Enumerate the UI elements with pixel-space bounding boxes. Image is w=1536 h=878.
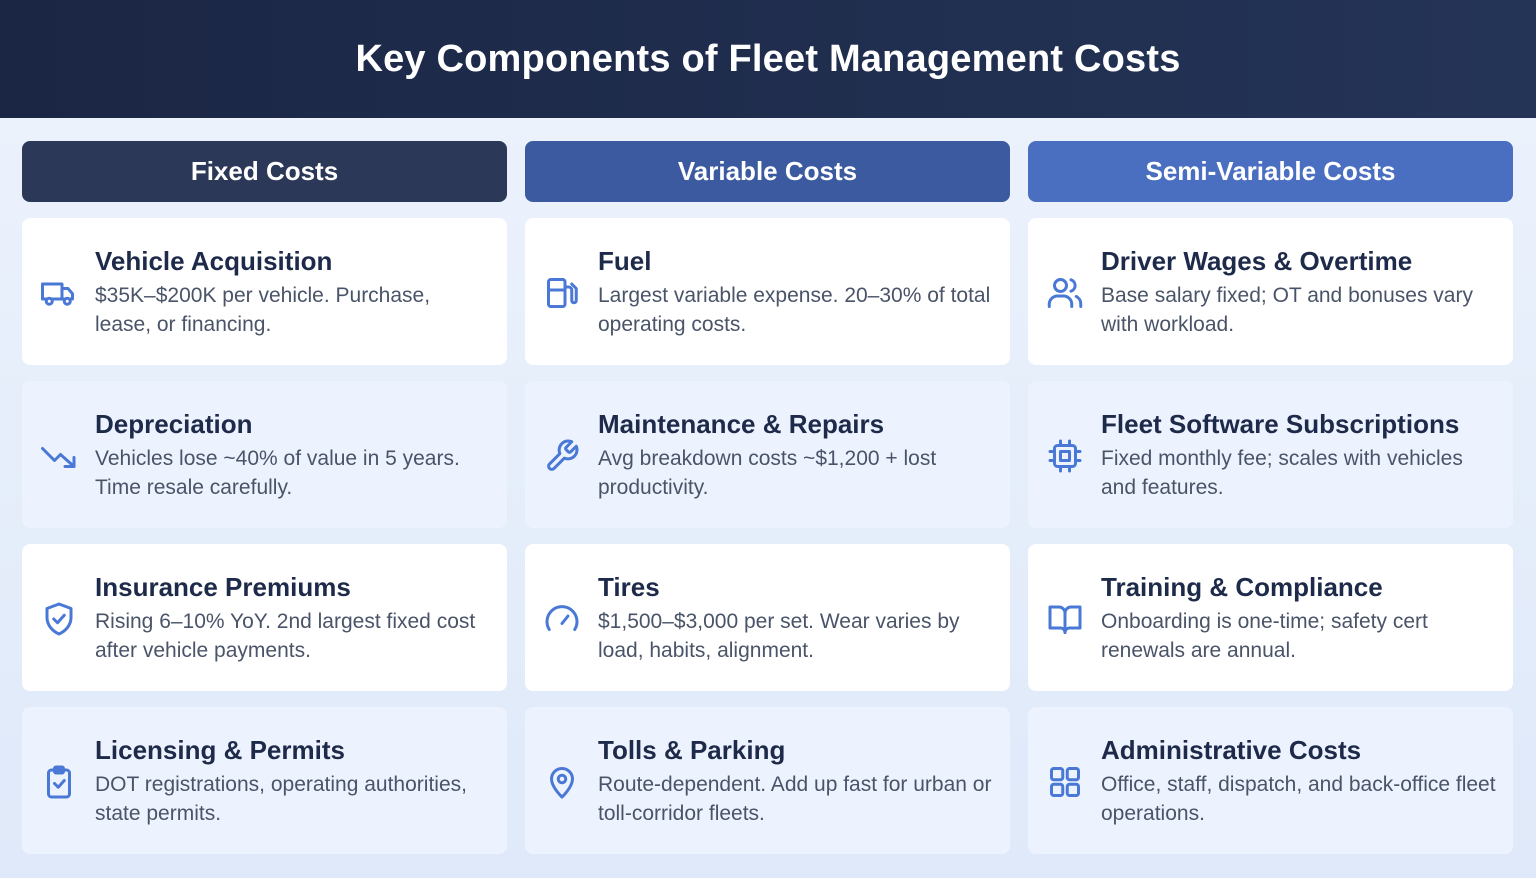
gauge-icon — [543, 600, 581, 638]
card-title: Depreciation — [95, 409, 253, 439]
card-description: $35K–$200K per vehicle. Purchase, lease,… — [95, 284, 431, 336]
card-title: Licensing & Permits — [95, 735, 345, 765]
card-depreciation: Depreciation Vehicles lose ~40% of value… — [22, 381, 507, 528]
card-driver-wages: Driver Wages & Overtime Base salary fixe… — [1028, 218, 1513, 365]
column-heading-semi-variable: Semi-Variable Costs — [1028, 141, 1513, 202]
card-vehicle-acquisition: Vehicle Acquisition $35K–$200K per vehic… — [22, 218, 507, 365]
card-title: Training & Compliance — [1101, 572, 1383, 602]
card-administrative-costs: Administrative Costs Office, staff, disp… — [1028, 707, 1513, 854]
column-semi-variable-costs: Semi-Variable Costs Driver Wages & Overt… — [1028, 141, 1513, 854]
card-description: Onboarding is one-time; safety cert rene… — [1101, 610, 1428, 662]
book-open-icon — [1046, 600, 1084, 638]
card-description: Rising 6–10% YoY. 2nd largest fixed cost… — [95, 610, 476, 662]
card-title: Maintenance & Repairs — [598, 409, 885, 439]
map-pin-icon — [543, 763, 581, 801]
card-tolls-parking: Tolls & Parking Route-dependent. Add up … — [525, 707, 1010, 854]
fuel-pump-icon — [543, 274, 581, 312]
card-fuel: Fuel Largest variable expense. 20–30% of… — [525, 218, 1010, 365]
header-banner: Key Components of Fleet Management Costs — [0, 0, 1536, 118]
wrench-icon — [543, 437, 581, 475]
column-fixed-costs: Fixed Costs Vehicle Acquisition $35K–$20… — [22, 141, 507, 854]
card-tires: Tires $1,500–$3,000 per set. Wear varies… — [525, 544, 1010, 691]
card-description: Fixed monthly fee; scales with vehicles … — [1101, 447, 1463, 499]
grid-icon — [1046, 763, 1084, 801]
card-insurance-premiums: Insurance Premiums Rising 6–10% YoY. 2nd… — [22, 544, 507, 691]
card-title: Insurance Premiums — [95, 572, 351, 602]
cpu-icon — [1046, 437, 1084, 475]
clipboard-check-icon — [40, 763, 78, 801]
users-icon — [1046, 274, 1084, 312]
truck-icon — [40, 274, 78, 312]
card-title: Tires — [598, 572, 660, 602]
card-title: Fleet Software Subscriptions — [1101, 409, 1460, 439]
card-fleet-software: Fleet Software Subscriptions Fixed month… — [1028, 381, 1513, 528]
card-maintenance-repairs: Maintenance & Repairs Avg breakdown cost… — [525, 381, 1010, 528]
card-title: Driver Wages & Overtime — [1101, 246, 1413, 276]
column-variable-costs: Variable Costs Fuel Largest variable exp… — [525, 141, 1010, 854]
card-description: Vehicles lose ~40% of value in 5 years. … — [95, 447, 460, 499]
shield-check-icon — [40, 600, 78, 638]
cost-columns: Fixed Costs Vehicle Acquisition $35K–$20… — [22, 141, 1513, 854]
card-title: Tolls & Parking — [598, 735, 786, 765]
card-title: Administrative Costs — [1101, 735, 1362, 765]
card-training-compliance: Training & Compliance Onboarding is one-… — [1028, 544, 1513, 691]
column-heading-fixed: Fixed Costs — [22, 141, 507, 202]
card-description: Route-dependent. Add up fast for urban o… — [598, 773, 992, 825]
card-description: Base salary fixed; OT and bonuses vary w… — [1101, 284, 1473, 336]
card-description: $1,500–$3,000 per set. Wear varies by lo… — [598, 610, 960, 662]
trending-down-icon — [40, 437, 78, 475]
card-description: Avg breakdown costs ~$1,200 + lost produ… — [598, 447, 937, 499]
card-description: DOT registrations, operating authorities… — [95, 773, 467, 825]
page-title: Key Components of Fleet Management Costs — [355, 37, 1181, 80]
card-title: Fuel — [598, 246, 652, 276]
card-licensing-permits: Licensing & Permits DOT registrations, o… — [22, 707, 507, 854]
card-description: Largest variable expense. 20–30% of tota… — [598, 284, 991, 336]
card-title: Vehicle Acquisition — [95, 246, 333, 276]
card-description: Office, staff, dispatch, and back-office… — [1101, 773, 1496, 825]
column-heading-variable: Variable Costs — [525, 141, 1010, 202]
